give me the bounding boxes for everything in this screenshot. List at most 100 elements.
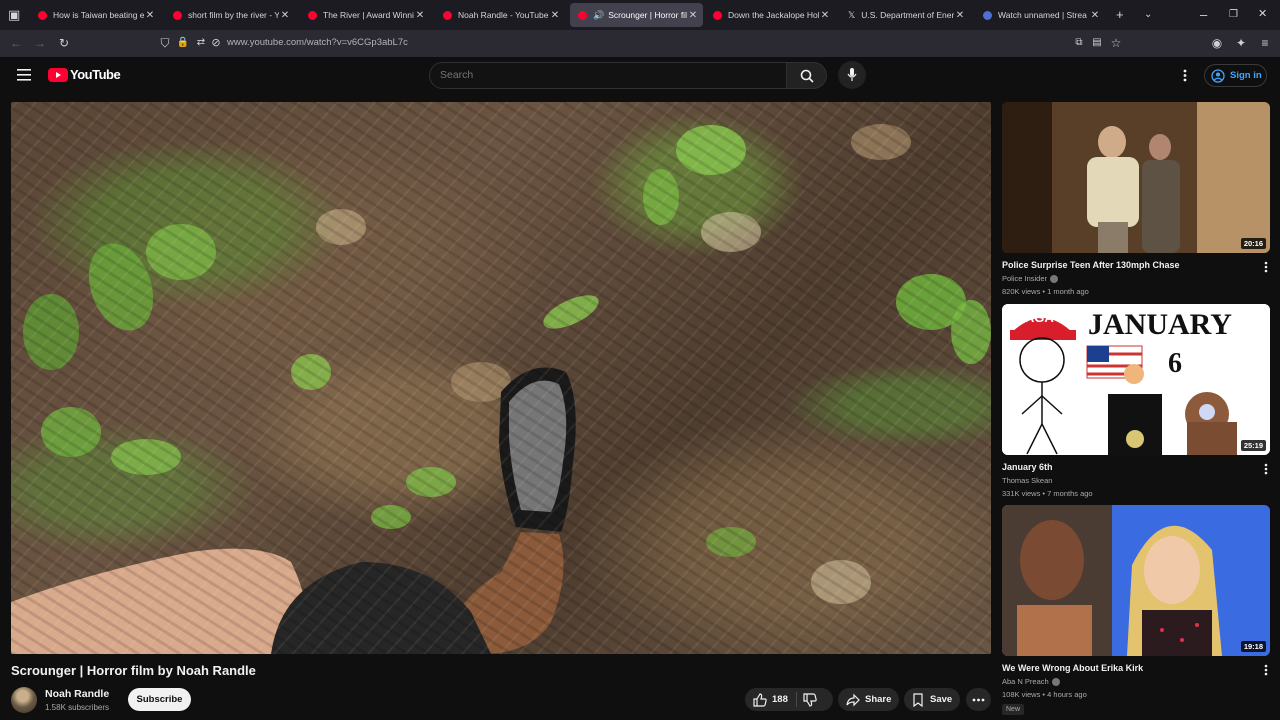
extensions-icon[interactable]: ✦ bbox=[1234, 36, 1248, 50]
video-thumbnail[interactable]: MAGA JANUARY 6 25:19 bbox=[1002, 304, 1270, 455]
settings-more-icon[interactable] bbox=[1183, 69, 1187, 82]
like-button[interactable]: 188 bbox=[745, 692, 788, 707]
video-thumbnail[interactable]: 20:16 bbox=[1002, 102, 1270, 253]
youtube-icon bbox=[173, 10, 182, 20]
reload-icon[interactable]: ↻ bbox=[57, 36, 71, 50]
close-icon[interactable]: ✕ bbox=[687, 10, 699, 21]
lock-icon[interactable]: 🔒 bbox=[176, 36, 190, 50]
voice-search-button[interactable] bbox=[838, 61, 866, 89]
save-label: Save bbox=[930, 694, 953, 705]
browser-tab[interactable]: Watch unnamed | Strea ✕ bbox=[975, 3, 1105, 27]
back-icon[interactable]: ← bbox=[9, 36, 23, 50]
youtube-icon bbox=[308, 10, 317, 20]
menu-icon[interactable]: ≡ bbox=[1258, 36, 1272, 50]
recommendation-channel[interactable]: Thomas Skean bbox=[1002, 476, 1052, 485]
verified-check-icon bbox=[1050, 274, 1059, 283]
sign-in-button[interactable]: Sign in bbox=[1204, 64, 1267, 87]
video-thumbnail[interactable]: 19:18 bbox=[1002, 505, 1270, 656]
browser-toolbar: ← → ↻ ⛉ 🔒 ⇄ ⊘ www.youtube.com/watch?v=v6… bbox=[0, 30, 1280, 57]
close-icon[interactable]: ✕ bbox=[1089, 10, 1101, 21]
youtube-icon bbox=[578, 10, 587, 20]
shield-icon[interactable]: ⛉ bbox=[158, 36, 172, 50]
close-icon[interactable]: ✕ bbox=[144, 10, 156, 21]
more-actions-button[interactable] bbox=[966, 688, 991, 711]
more-vertical-icon[interactable] bbox=[1262, 663, 1270, 677]
tab-list-icon[interactable]: ▣ bbox=[8, 8, 20, 21]
thumbs-down-icon[interactable] bbox=[803, 692, 817, 707]
tab-title: How is Taiwan beating eve bbox=[53, 10, 144, 20]
save-button[interactable]: Save bbox=[904, 688, 960, 711]
youtube-icon bbox=[38, 10, 47, 20]
account-icon[interactable]: ◉ bbox=[1210, 36, 1224, 50]
browser-tab[interactable]: Down the Jackalope Hole | ✕ bbox=[705, 3, 835, 27]
search-box[interactable] bbox=[429, 62, 787, 89]
recommendation-title[interactable]: We Were Wrong About Erika Kirk bbox=[1002, 663, 1143, 673]
channel-avatar[interactable] bbox=[11, 687, 37, 713]
thumbnail-image bbox=[1002, 102, 1270, 253]
sign-in-label: Sign in bbox=[1230, 70, 1262, 81]
x-icon: 𝕏 bbox=[848, 9, 856, 20]
video-duration: 25:19 bbox=[1240, 440, 1266, 451]
browser-tab-active[interactable]: 🔊 Scrounger | Horror film ✕ bbox=[570, 3, 703, 27]
like-count: 188 bbox=[772, 694, 788, 705]
bookmark-star-icon[interactable]: ☆ bbox=[1109, 36, 1123, 50]
channel-name: Police Insider bbox=[1002, 274, 1048, 283]
browser-tab-strip: ▣ How is Taiwan beating eve ✕ short film… bbox=[0, 0, 1280, 30]
recommendation-channel[interactable]: Aba N Preach bbox=[1002, 677, 1060, 686]
like-dislike-bar: 188 bbox=[745, 688, 833, 711]
more-vertical-icon[interactable] bbox=[1262, 260, 1270, 274]
browser-tab[interactable]: 𝕏 U.S. Department of Energy ✕ bbox=[840, 3, 970, 27]
bookmark-icon bbox=[913, 692, 923, 707]
more-vertical-icon[interactable] bbox=[1262, 462, 1270, 476]
minimize-icon[interactable]: – bbox=[1200, 8, 1207, 21]
browser-tab[interactable]: Noah Randle - YouTube ✕ bbox=[435, 3, 565, 27]
recommendation-meta: 108K views • 4 hours ago bbox=[1002, 690, 1087, 699]
recommendation-title[interactable]: Police Surprise Teen After 130mph Chase bbox=[1002, 260, 1180, 270]
recommendation-card[interactable]: 19:18 We Were Wrong About Erika Kirk Aba… bbox=[1002, 505, 1272, 720]
permissions-icon[interactable]: ⇄ bbox=[194, 36, 208, 50]
close-icon[interactable]: ✕ bbox=[954, 10, 966, 21]
search-button[interactable] bbox=[787, 62, 827, 89]
hamburger-menu-icon[interactable] bbox=[17, 69, 31, 81]
close-icon[interactable]: ✕ bbox=[819, 10, 831, 21]
video-frame bbox=[11, 124, 991, 654]
tab-title: The River | Award Winning bbox=[323, 10, 414, 20]
speaker-icon[interactable]: 🔊 bbox=[593, 10, 604, 21]
channel-name[interactable]: Noah Randle bbox=[45, 688, 109, 700]
tab-title: Noah Randle - YouTube bbox=[458, 10, 549, 20]
browser-tab[interactable]: How is Taiwan beating eve ✕ bbox=[30, 3, 160, 27]
close-icon[interactable]: ✕ bbox=[414, 10, 426, 21]
close-icon[interactable]: ✕ bbox=[549, 10, 561, 21]
reader-view-icon[interactable]: ▤ bbox=[1090, 36, 1104, 50]
share-button[interactable]: Share bbox=[838, 688, 899, 711]
microphone-icon bbox=[847, 68, 857, 81]
subscribe-button[interactable]: Subscribe bbox=[128, 688, 191, 711]
new-tab-icon[interactable]: + bbox=[1116, 8, 1124, 21]
chevron-down-icon[interactable]: ⌄ bbox=[1144, 8, 1152, 21]
divider bbox=[795, 692, 797, 707]
recommendation-title[interactable]: January 6th bbox=[1002, 462, 1053, 472]
video-title: Scrounger | Horror film by Noah Randle bbox=[11, 663, 256, 678]
recommendation-channel[interactable]: Police Insider bbox=[1002, 274, 1059, 283]
recommendation-meta: 331K views • 7 months ago bbox=[1002, 489, 1093, 498]
video-duration: 19:18 bbox=[1240, 641, 1266, 652]
close-window-icon[interactable]: ✕ bbox=[1258, 8, 1267, 21]
forward-icon[interactable]: → bbox=[33, 36, 47, 50]
new-badge: New bbox=[1002, 704, 1025, 715]
restore-icon[interactable]: ❐ bbox=[1229, 8, 1238, 21]
picture-in-picture-icon[interactable]: ⧉ bbox=[1072, 36, 1086, 50]
tab-title: U.S. Department of Energy bbox=[861, 10, 954, 20]
subscriber-count: 1.58K subscribers bbox=[45, 703, 110, 712]
browser-tab[interactable]: short film by the river - You ✕ bbox=[165, 3, 295, 27]
close-icon[interactable]: ✕ bbox=[279, 10, 291, 21]
recommendation-card[interactable]: MAGA JANUARY 6 25:19 January 6th Thomas … bbox=[1002, 304, 1272, 504]
autoplay-blocked-icon[interactable]: ⊘ bbox=[209, 36, 223, 50]
browser-tab[interactable]: The River | Award Winning ✕ bbox=[300, 3, 430, 27]
thumbnail-text-january: JANUARY bbox=[1088, 308, 1232, 341]
recommendation-card[interactable]: 20:16 Police Surprise Teen After 130mph … bbox=[1002, 102, 1272, 302]
logo-text: YouTube bbox=[70, 67, 121, 82]
youtube-logo[interactable]: YouTube bbox=[48, 67, 121, 82]
search-input[interactable] bbox=[440, 69, 740, 81]
url-bar[interactable]: www.youtube.com/watch?v=v6CGp3abL7c bbox=[227, 37, 408, 48]
video-player[interactable] bbox=[11, 102, 991, 654]
